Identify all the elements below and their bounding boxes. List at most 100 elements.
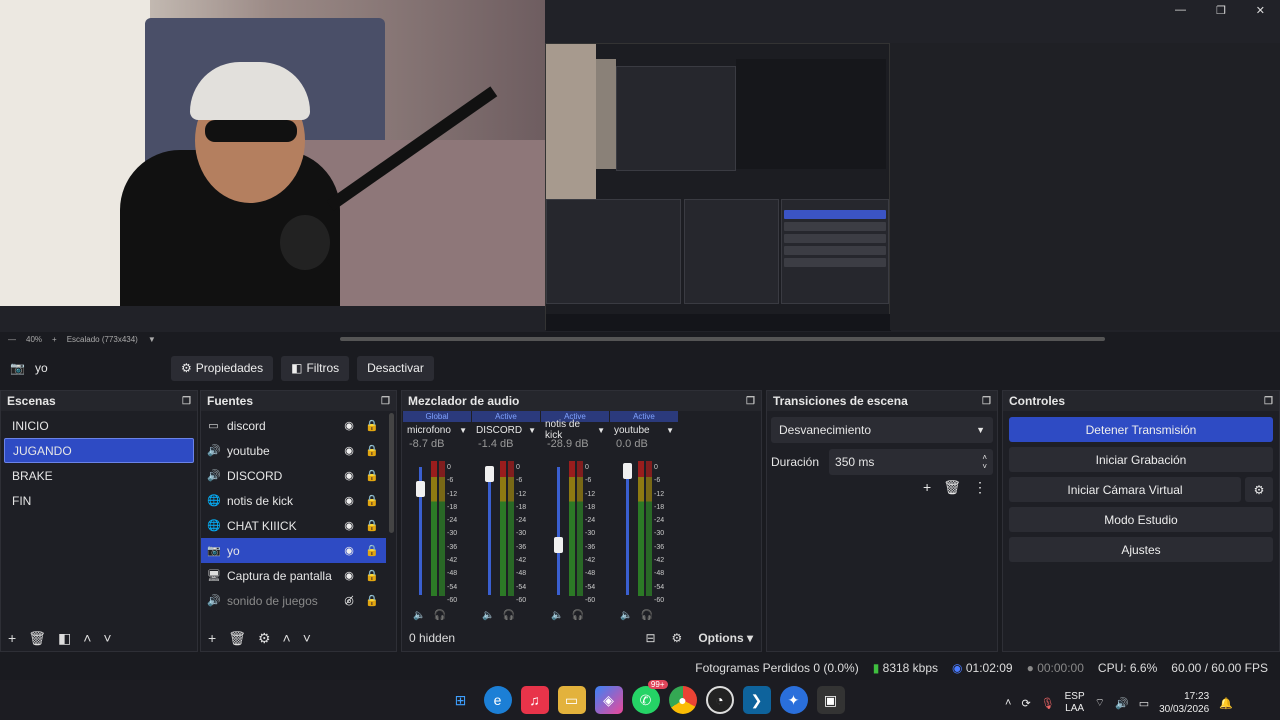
- obs-icon[interactable]: ◔: [705, 686, 734, 714]
- whatsapp-icon[interactable]: ✆ 99+: [631, 680, 668, 714]
- speaker-icon[interactable]: 🔈: [482, 610, 494, 621]
- microphone-icon[interactable]: 🎙: [1041, 697, 1055, 710]
- speaker-icon[interactable]: 🔈: [551, 610, 563, 621]
- maximize-button[interactable]: ❐: [1216, 4, 1226, 17]
- lock-icon[interactable]: 🔒: [364, 419, 380, 432]
- chevron-up-icon[interactable]: ˄: [1005, 697, 1011, 709]
- wifi-icon[interactable]: ⌔: [1095, 696, 1105, 710]
- headphone-icon[interactable]: 🎧: [640, 610, 652, 621]
- lock-icon[interactable]: 🔒: [364, 569, 380, 582]
- transition-select[interactable]: Desvanecimiento ▼: [771, 417, 993, 443]
- filters-button[interactable]: ◧ Filtros: [281, 355, 350, 381]
- more-icon[interactable]: ⋮: [973, 479, 987, 496]
- zoom-in-icon[interactable]: +: [52, 335, 57, 344]
- settings-button[interactable]: Ajustes: [1009, 537, 1273, 562]
- add-icon[interactable]: +: [8, 630, 16, 646]
- float-icon[interactable]: ❐: [1264, 396, 1273, 407]
- chevron-down-icon[interactable]: ▼: [528, 426, 536, 435]
- chevron-up-icon[interactable]: ˄: [283, 630, 291, 646]
- add-icon[interactable]: +: [923, 479, 931, 496]
- float-icon[interactable]: ❐: [182, 396, 191, 407]
- zoom-out-icon[interactable]: —: [8, 335, 16, 344]
- copilot-icon[interactable]: ◈: [594, 686, 623, 714]
- stepper-icon[interactable]: ˄ ˅: [982, 453, 987, 471]
- sync-icon[interactable]: ⟳: [1021, 697, 1030, 710]
- gear-icon[interactable]: ⚙: [258, 630, 271, 647]
- properties-button[interactable]: ⚙ Propiedades: [170, 355, 274, 381]
- float-icon[interactable]: ❐: [381, 396, 390, 407]
- trash-icon[interactable]: 🗑: [943, 479, 961, 496]
- app-icon[interactable]: ✦: [779, 686, 808, 714]
- speaker-icon[interactable]: 🔈: [620, 610, 632, 621]
- source-item[interactable]: 🖥 Captura de pantalla ◉ 🔒: [201, 563, 386, 588]
- chevron-up-icon[interactable]: ˄: [83, 630, 91, 646]
- close-button[interactable]: ✕: [1256, 4, 1265, 17]
- source-item[interactable]: ▭ discord ◉ 🔒: [201, 413, 386, 438]
- fader-knob[interactable]: [416, 481, 425, 498]
- headphone-icon[interactable]: 🎧: [502, 610, 514, 621]
- fader-track[interactable]: [488, 467, 491, 595]
- volume-icon[interactable]: 🔊: [1115, 697, 1129, 710]
- terminal-icon[interactable]: ▣: [816, 686, 845, 714]
- layout-icon[interactable]: ⊟: [645, 631, 655, 645]
- chevron-down-icon[interactable]: ▼: [597, 426, 605, 435]
- music-icon[interactable]: ♫: [520, 686, 549, 714]
- scene-item[interactable]: INICIO: [4, 413, 194, 438]
- speaker-icon[interactable]: 🔈: [413, 610, 425, 621]
- eye-icon[interactable]: ◉: [341, 519, 357, 532]
- options-button[interactable]: Options ▾: [698, 631, 753, 645]
- eye-icon[interactable]: ◉: [341, 569, 357, 582]
- chevron-down-icon[interactable]: ˅: [103, 630, 111, 646]
- filter-icon[interactable]: ◧: [58, 630, 71, 647]
- notification-icon[interactable]: 🔔: [1219, 697, 1233, 710]
- preview-scrollbar[interactable]: [340, 337, 1105, 341]
- edge-icon[interactable]: e: [483, 686, 512, 714]
- deactivate-button[interactable]: Desactivar: [357, 355, 434, 381]
- scene-item[interactable]: FIN: [4, 488, 194, 513]
- add-icon[interactable]: +: [208, 630, 216, 646]
- chrome-icon[interactable]: ●: [668, 686, 697, 714]
- scene-item[interactable]: JUGANDO: [4, 438, 194, 463]
- lock-icon[interactable]: 🔒: [364, 469, 380, 482]
- stop-streaming-button[interactable]: Detener Transmisión: [1009, 417, 1273, 442]
- eye-icon[interactable]: ◉: [341, 494, 357, 507]
- trash-icon[interactable]: 🗑: [28, 630, 46, 647]
- eye-off-icon[interactable]: ◎̸: [341, 594, 357, 607]
- eye-icon[interactable]: ◉: [341, 444, 357, 457]
- headphone-icon[interactable]: 🎧: [571, 610, 583, 621]
- duration-input[interactable]: 350 ms ˄ ˅: [829, 449, 993, 475]
- eye-icon[interactable]: ◉: [341, 469, 357, 482]
- language-indicator[interactable]: ESP LAA: [1065, 691, 1085, 715]
- preview-canvas[interactable]: [0, 0, 1280, 332]
- lock-icon[interactable]: 🔒: [364, 519, 380, 532]
- float-icon[interactable]: ❐: [746, 396, 755, 407]
- source-item[interactable]: 🔊 sonido de juegos ◎̸ 🔒: [201, 588, 386, 613]
- studio-mode-button[interactable]: Modo Estudio: [1009, 507, 1273, 532]
- eye-icon[interactable]: ◉: [341, 419, 357, 432]
- fader-knob[interactable]: [485, 466, 494, 483]
- chevron-down-icon[interactable]: ▼: [148, 335, 156, 344]
- lock-icon[interactable]: 🔒: [364, 594, 380, 607]
- headphone-icon[interactable]: 🎧: [433, 610, 445, 621]
- virtual-camera-button[interactable]: Iniciar Cámara Virtual: [1009, 477, 1241, 502]
- float-icon[interactable]: ❐: [982, 396, 991, 407]
- lock-icon[interactable]: 🔒: [364, 494, 380, 507]
- trash-icon[interactable]: 🗑: [228, 630, 246, 647]
- clock[interactable]: 17:23 30/03/2026: [1159, 690, 1209, 716]
- sources-scrollbar[interactable]: [389, 413, 394, 533]
- fader-track[interactable]: [626, 467, 629, 595]
- lock-icon[interactable]: 🔒: [364, 444, 380, 457]
- chevron-down-icon[interactable]: ▼: [666, 426, 674, 435]
- source-item[interactable]: 🌐 notis de kick ◉ 🔒: [201, 488, 386, 513]
- fader-knob[interactable]: [554, 536, 563, 553]
- windows-start-icon[interactable]: ⊞: [447, 686, 475, 714]
- scene-item[interactable]: BRAKE: [4, 463, 194, 488]
- source-item[interactable]: 🌐 CHAT KIIICK ◉ 🔒: [201, 513, 386, 538]
- vscode-icon[interactable]: ❯: [742, 686, 771, 714]
- start-recording-button[interactable]: Iniciar Grabación: [1009, 447, 1273, 472]
- fader-track[interactable]: [557, 467, 560, 595]
- fader-knob[interactable]: [623, 463, 632, 479]
- advanced-icon[interactable]: ⚙: [672, 631, 683, 645]
- file-explorer-icon[interactable]: ▭: [557, 686, 586, 714]
- virtual-camera-settings-button[interactable]: ⚙: [1245, 477, 1273, 502]
